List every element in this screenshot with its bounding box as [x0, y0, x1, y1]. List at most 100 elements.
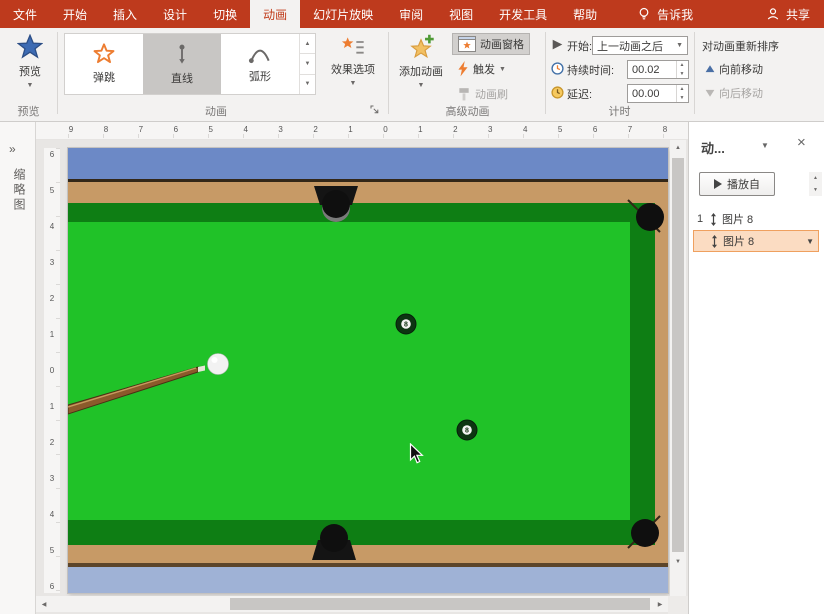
scroll-down-button[interactable]: ▼ [670, 554, 686, 570]
lightbulb-icon [637, 7, 651, 21]
horizontal-scroll-thumb[interactable] [230, 598, 650, 610]
slide-background-top [68, 148, 668, 181]
pane-scrollbar[interactable]: ▲ ▼ [809, 172, 822, 196]
vertical-scrollbar[interactable]: ▲ ▼ [670, 140, 686, 596]
duration-input[interactable]: 00.02 ▲ ▼ [627, 60, 689, 79]
delay-spin-down[interactable]: ▼ [677, 94, 687, 103]
start-value: 上一动画之后 [597, 38, 663, 54]
advanced-group-label: 高级动画 [390, 103, 545, 119]
animation-painter-button[interactable]: 动画刷 [452, 83, 513, 105]
duration-spin-down[interactable]: ▼ [677, 70, 687, 79]
pocket-top-right [636, 203, 664, 231]
tab-home[interactable]: 开始 [50, 0, 100, 28]
group-divider [694, 32, 695, 114]
effect-options-label: 效果选项 [331, 61, 375, 77]
workspace: » 缩略图 987 654 321 012 345 678 654 321 01… [0, 122, 824, 614]
move-earlier-button[interactable]: 向前移动 [700, 58, 768, 80]
group-divider [388, 32, 389, 114]
person-icon [766, 7, 780, 21]
gallery-item-lines[interactable]: 直线 [143, 34, 221, 94]
eight-ball-b[interactable]: 8 [457, 420, 477, 440]
group-divider [545, 32, 546, 114]
scroll-up-button[interactable]: ▲ [670, 140, 686, 156]
lightning-icon [457, 61, 469, 77]
pool-table-image[interactable] [68, 179, 668, 567]
chevron-down-icon: ▼ [499, 66, 506, 73]
tab-view[interactable]: 视图 [436, 0, 486, 28]
cursor-arrow-icon [409, 443, 424, 465]
tell-me-button[interactable]: 告诉我 [624, 0, 706, 28]
move-later-button[interactable]: 向后移动 [700, 82, 768, 104]
pane-menu-button[interactable]: ▼ [761, 141, 769, 150]
thumbnail-strip-label: 缩略图 [11, 168, 28, 213]
tab-insert[interactable]: 插入 [100, 0, 150, 28]
gallery-more-button[interactable]: ▼ [300, 75, 315, 94]
gallery-item-bounce[interactable]: 弹跳 [65, 34, 143, 94]
play-from-button[interactable]: 播放自 [699, 172, 775, 196]
scroll-right-button[interactable]: ▶ [652, 596, 668, 612]
delay-spin-up[interactable]: ▲ [677, 85, 687, 94]
tab-help[interactable]: 帮助 [560, 0, 610, 28]
delay-value: 00.00 [632, 88, 676, 100]
horizontal-scrollbar[interactable]: ◀ ▶ [36, 596, 668, 612]
tab-developer[interactable]: 开发工具 [486, 0, 560, 28]
add-animation-button[interactable]: 添加动画 ▼ [394, 34, 448, 89]
horizontal-ruler-numbers: 987 654 321 012 345 678 [68, 125, 668, 134]
expand-thumbnails-button[interactable]: » [9, 142, 16, 156]
animation-painter-label: 动画刷 [475, 86, 508, 102]
tabbar-spacer [706, 0, 753, 28]
motion-path-icon [709, 213, 718, 226]
animation-list-item-2[interactable]: 图片 8 ▼ [693, 230, 819, 252]
delay-label: 延迟: [567, 86, 592, 102]
animation-gallery: 弹跳 直线 弧形 ▲ ▼ ▼ [64, 33, 316, 95]
pane-scroll-up[interactable]: ▲ [813, 175, 818, 181]
tab-review[interactable]: 审阅 [386, 0, 436, 28]
scroll-left-button[interactable]: ◀ [36, 596, 52, 612]
add-animation-icon [408, 34, 434, 60]
animation-list-item-1[interactable]: 1 图片 8 [693, 208, 819, 230]
slide-drawing: 8 8 [68, 148, 668, 593]
scrollbar-corner [668, 596, 688, 614]
item-dropdown-button[interactable]: ▼ [806, 237, 814, 246]
effect-options-button[interactable]: 效果选项 ▼ [324, 34, 382, 87]
animation-group-label: 动画 [64, 103, 368, 119]
chevron-down-icon: ▼ [676, 42, 683, 49]
eight-ball-a[interactable]: 8 [396, 314, 416, 334]
animation-item-label: 图片 8 [722, 211, 753, 227]
effect-options-icon [341, 34, 365, 58]
start-label: 开始: [567, 38, 592, 54]
tab-slideshow[interactable]: 幻灯片放映 [300, 0, 386, 28]
trigger-label: 触发 [473, 61, 495, 77]
cue-ball[interactable] [208, 354, 229, 375]
gallery-scroll-down[interactable]: ▼ [300, 54, 315, 74]
gallery-scroll-up[interactable]: ▲ [300, 34, 315, 54]
mouse-cursor [409, 443, 424, 470]
tab-animations[interactable]: 动画 [250, 0, 300, 28]
share-label: 共享 [786, 6, 810, 23]
tab-transitions[interactable]: 切换 [200, 0, 250, 28]
preview-button-label: 预览 [19, 63, 41, 79]
share-button[interactable]: 共享 [753, 0, 824, 28]
chevron-down-icon: ▼ [27, 82, 34, 89]
reorder-title: 对动画重新排序 [702, 38, 779, 54]
vertical-scroll-thumb[interactable] [672, 158, 684, 552]
pane-close-button[interactable]: × [797, 134, 806, 151]
motion-path-icon [710, 235, 719, 248]
animation-dialog-launcher[interactable] [370, 105, 380, 118]
arc-path-icon [248, 44, 272, 64]
ball-number: 8 [465, 428, 469, 435]
gallery-item-arcs[interactable]: 弧形 [221, 34, 299, 94]
animation-pane-button[interactable]: 动画窗格 [452, 33, 530, 55]
dialog-launcher-icon [370, 105, 380, 115]
tab-design[interactable]: 设计 [150, 0, 200, 28]
tab-file[interactable]: 文件 [0, 0, 50, 28]
preview-button[interactable]: 预览 ▼ [8, 34, 52, 89]
trigger-button[interactable]: 触发 ▼ [452, 58, 511, 80]
duration-spin-up[interactable]: ▲ [677, 61, 687, 70]
pane-scroll-down[interactable]: ▼ [813, 187, 818, 193]
slide-canvas[interactable]: 8 8 [68, 148, 668, 593]
delay-input[interactable]: 00.00 ▲ ▼ [627, 84, 689, 103]
chevron-down-icon: ▼ [350, 80, 357, 87]
animation-item-label: 图片 8 [723, 233, 754, 249]
start-select[interactable]: 上一动画之后 ▼ [592, 36, 688, 55]
